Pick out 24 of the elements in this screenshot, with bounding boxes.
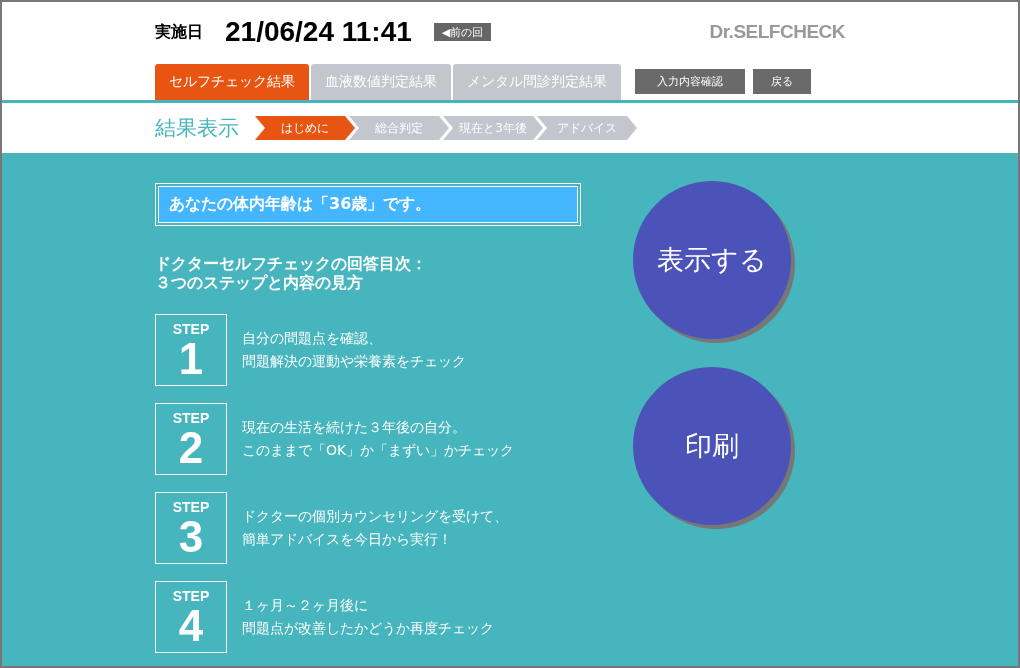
step-description: このままで「OK」か「まずい」かチェック [242, 441, 515, 461]
step-description: 問題点が改善したかどうか再度チェック [242, 619, 494, 639]
logo: Dr.SELFCHECK [709, 21, 845, 43]
step-description: ドクターの個別カウンセリングを受けて、 [242, 506, 508, 526]
step-badge: STEP 4 [155, 581, 227, 654]
tab[interactable]: セルフチェック結果 [155, 64, 309, 100]
step-description: 問題解決の運動や栄養素をチェック [242, 352, 466, 372]
date-value: 21/06/24 11:41 [225, 16, 412, 48]
date-label: 実施日 [155, 21, 203, 43]
step-badge: STEP 1 [155, 314, 227, 387]
action-button[interactable]: 入力内容確認 [635, 69, 745, 94]
section-title: 結果表示 [155, 115, 239, 142]
step-description: 自分の問題点を確認、 [242, 328, 382, 348]
step-badge: STEP 2 [155, 403, 227, 476]
guide-title: ドクターセルフチェックの回答目次： [155, 254, 427, 274]
guide-title: ３つのステップと内容の見方 [155, 273, 363, 293]
step-description: 現在の生活を続けた３年後の自分。 [242, 417, 466, 437]
age-banner: あなたの体内年齢は「36歳」です。 [155, 183, 581, 226]
previous-button[interactable]: ◀前の回 [433, 23, 492, 41]
step-badge: STEP 3 [155, 492, 227, 565]
step-description: １ヶ月～２ヶ月後に [242, 595, 368, 615]
step-description: 簡単アドバイスを今日から実行！ [242, 530, 452, 550]
action-button[interactable]: 戻る [753, 69, 811, 94]
progress-step[interactable]: はじめに [255, 116, 355, 140]
